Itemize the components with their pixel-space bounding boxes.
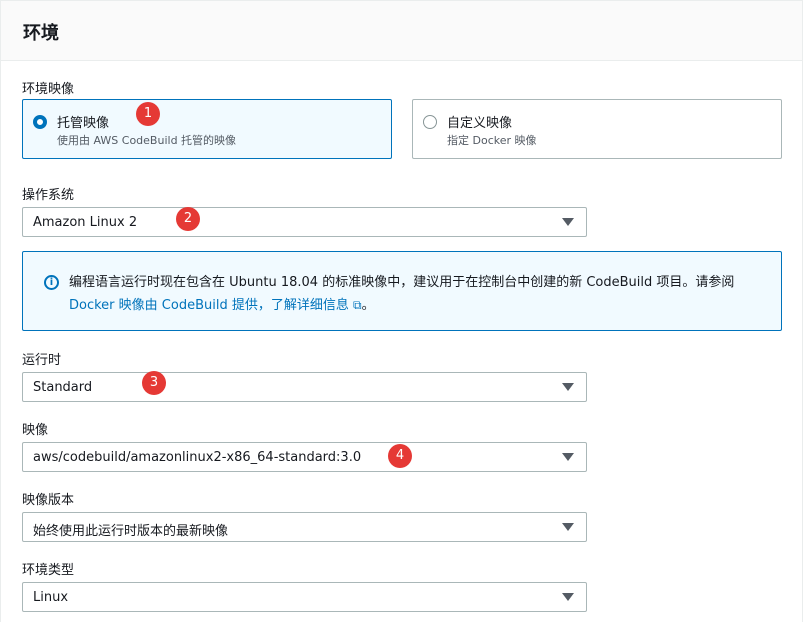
managed-image-radio[interactable] [33,115,47,129]
docker-images-link[interactable]: Docker 映像由 CodeBuild 提供，了解详细信息 [69,298,349,313]
operating-system-value: Amazon Linux 2 [33,215,138,230]
external-link-icon[interactable]: ⧉ [353,298,362,312]
info-alert-text: 编程语言运行时现在包含在 Ubuntu 18.04 的标准映像中，建议用于在控制… [69,272,769,317]
environment-type-select[interactable]: Linux [22,582,587,612]
environment-type-value: Linux [33,590,69,605]
annotation-badge-2: 2 [176,207,200,231]
caret-down-icon [562,593,574,601]
info-alert-suffix: 。 [361,298,375,313]
info-alert: i 编程语言运行时现在包含在 Ubuntu 18.04 的标准映像中，建议用于在… [22,251,782,331]
managed-image-title: 托管映像 [57,116,110,131]
caret-down-icon [562,383,574,391]
environment-type-label: 环境类型 [22,563,75,578]
operating-system-select[interactable]: Amazon Linux 2 [22,207,587,237]
panel-title: 环境 [23,23,59,44]
annotation-badge-3: 3 [142,371,166,395]
annotation-badge-4: 4 [388,444,412,468]
custom-image-option[interactable]: 自定义映像 指定 Docker 映像 [412,99,782,159]
image-version-value: 始终使用此运行时版本的最新映像 [33,524,229,539]
panel-header: 环境 [1,1,802,61]
caret-down-icon [562,523,574,531]
caret-down-icon [562,218,574,226]
custom-image-description: 指定 Docker 映像 [447,134,537,147]
managed-image-description: 使用由 AWS CodeBuild 托管的映像 [57,134,237,147]
image-select[interactable]: aws/codebuild/amazonlinux2-x86_64-standa… [22,442,587,472]
custom-image-title: 自定义映像 [447,116,513,131]
environment-image-label: 环境映像 [22,82,75,97]
image-version-select[interactable]: 始终使用此运行时版本的最新映像 [22,512,587,542]
operating-system-label: 操作系统 [22,188,75,203]
info-alert-message: 编程语言运行时现在包含在 Ubuntu 18.04 的标准映像中，建议用于在控制… [69,275,735,290]
runtime-value: Standard [33,380,93,395]
runtime-label: 运行时 [22,353,62,368]
runtime-select[interactable]: Standard [22,372,587,402]
info-icon: i [44,275,59,290]
image-version-label: 映像版本 [22,493,75,508]
image-label: 映像 [22,423,49,438]
custom-image-radio[interactable] [423,115,437,129]
managed-image-option[interactable]: 托管映像 使用由 AWS CodeBuild 托管的映像 [22,99,392,159]
annotation-badge-1: 1 [136,102,160,126]
caret-down-icon [562,453,574,461]
image-value: aws/codebuild/amazonlinux2-x86_64-standa… [33,450,362,465]
